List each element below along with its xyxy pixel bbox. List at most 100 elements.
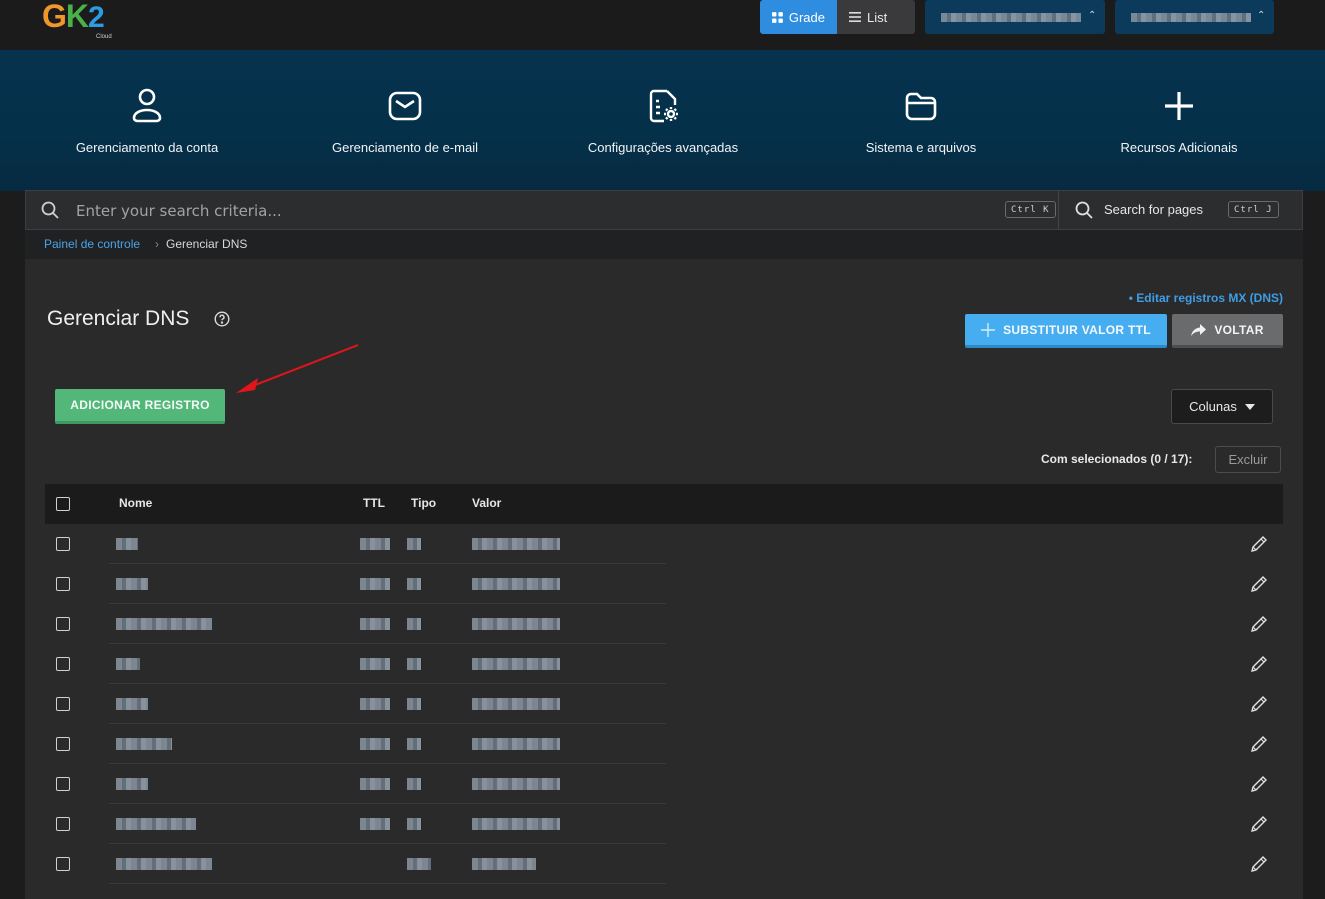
redacted-record-name	[116, 578, 148, 590]
mail-icon	[388, 91, 422, 121]
redacted-record-ttl	[360, 658, 390, 670]
selector-caret-icon: ⌃	[1088, 10, 1097, 21]
pages-shortcut-badge: Ctrl J	[1228, 201, 1279, 218]
edit-pencil-icon[interactable]	[1250, 695, 1268, 713]
redacted-record-type	[407, 698, 421, 710]
table-body	[45, 524, 1283, 884]
column-header-ttl[interactable]: TTL	[363, 496, 385, 510]
back-label: VOLTAR	[1214, 322, 1264, 337]
redacted-user-name	[1131, 13, 1251, 22]
brand-logo[interactable]: GK2 Cloud	[42, 0, 122, 44]
row-checkbox[interactable]	[56, 737, 70, 751]
search-divider	[1058, 191, 1059, 229]
redacted-record-name	[116, 618, 212, 630]
redacted-record-ttl	[360, 618, 390, 630]
list-icon	[849, 12, 861, 22]
edit-pencil-icon[interactable]	[1250, 615, 1268, 633]
column-header-type[interactable]: Tipo	[411, 496, 436, 510]
table-row	[45, 524, 1283, 564]
redacted-record-type	[407, 738, 421, 750]
redacted-record-ttl	[360, 698, 390, 710]
redacted-account-name	[941, 13, 1081, 22]
redacted-record-value	[472, 858, 536, 870]
edit-pencil-icon[interactable]	[1250, 575, 1268, 593]
page-title: Gerenciar DNS	[47, 307, 190, 330]
list-view-label: List	[867, 9, 888, 25]
selector-caret-icon: ⌃	[1257, 10, 1266, 21]
column-header-name[interactable]: Nome	[119, 496, 152, 510]
row-checkbox[interactable]	[56, 617, 70, 631]
edit-pencil-icon[interactable]	[1250, 815, 1268, 833]
main-panel: Gerenciar DNS • Editar registros MX (DNS…	[25, 259, 1303, 899]
file-settings-icon	[649, 89, 678, 123]
edit-pencil-icon[interactable]	[1250, 735, 1268, 753]
row-checkbox[interactable]	[56, 697, 70, 711]
search-bar: Ctrl K Search for pages Ctrl J	[25, 190, 1303, 230]
grid-icon	[772, 11, 783, 23]
redacted-record-value	[472, 578, 560, 590]
help-icon[interactable]	[214, 311, 230, 327]
search-shortcut-badge: Ctrl K	[1005, 201, 1056, 218]
redacted-record-type	[407, 818, 421, 830]
logo-text: GK2	[42, 0, 105, 34]
redacted-record-value	[472, 738, 560, 750]
edit-pencil-icon[interactable]	[1250, 535, 1268, 553]
annotation-arrow	[236, 344, 359, 393]
breadcrumb-current: Gerenciar DNS	[166, 237, 248, 251]
row-checkbox[interactable]	[56, 857, 70, 871]
redacted-record-name	[116, 818, 196, 830]
column-header-value[interactable]: Valor	[472, 496, 501, 510]
hero-advanced-settings[interactable]: Configurações avançadas	[543, 86, 783, 155]
hero-label: Configurações avançadas	[587, 140, 739, 155]
redacted-record-ttl	[360, 778, 390, 790]
view-toggle: Grade List	[760, 0, 915, 34]
table-row	[45, 804, 1283, 844]
redacted-record-value	[472, 538, 560, 550]
hero-account-management[interactable]: Gerenciamento da conta	[27, 86, 267, 155]
logo-subtitle: Cloud	[96, 34, 112, 40]
redacted-record-ttl	[360, 738, 390, 750]
edit-pencil-icon[interactable]	[1250, 775, 1268, 793]
edit-pencil-icon[interactable]	[1250, 855, 1268, 873]
row-checkbox[interactable]	[56, 577, 70, 591]
page-search-icon	[1075, 201, 1093, 219]
redacted-record-ttl	[360, 818, 390, 830]
edit-pencil-icon[interactable]	[1250, 655, 1268, 673]
hero-email-management[interactable]: Gerenciamento de e-mail	[285, 86, 525, 155]
breadcrumb-home-link[interactable]: Painel de controle	[44, 237, 140, 251]
columns-label: Colunas	[1189, 399, 1237, 414]
table-row	[45, 564, 1283, 604]
caret-down-icon	[1244, 403, 1255, 410]
table-header: Nome TTL Tipo Valor	[45, 484, 1283, 524]
row-checkbox[interactable]	[56, 537, 70, 551]
redacted-record-name	[116, 778, 148, 790]
table-row	[45, 844, 1283, 884]
edit-mx-records-link[interactable]: • Editar registros MX (DNS)	[1129, 291, 1283, 305]
redacted-record-ttl	[360, 538, 390, 550]
hero-additional-resources[interactable]: Recursos Adicionais	[1059, 86, 1299, 155]
search-pages-button[interactable]: Search for pages	[1104, 202, 1203, 217]
add-record-button[interactable]: ADICIONAR REGISTRO	[55, 389, 225, 424]
account-selector[interactable]: ⌃	[925, 0, 1105, 34]
list-view-button[interactable]: List	[837, 0, 915, 34]
back-button[interactable]: VOLTAR	[1172, 314, 1283, 348]
hero-system-files[interactable]: Sistema e arquivos	[801, 86, 1041, 155]
replace-ttl-button[interactable]: SUBSTITUIR VALOR TTL	[965, 314, 1167, 348]
hero-label: Sistema e arquivos	[865, 140, 977, 155]
redacted-record-name	[116, 858, 212, 870]
row-checkbox[interactable]	[56, 777, 70, 791]
search-icon	[41, 201, 59, 219]
row-divider	[109, 883, 666, 884]
select-all-checkbox[interactable]	[56, 497, 70, 511]
columns-dropdown[interactable]: Colunas	[1171, 389, 1273, 424]
search-input[interactable]	[74, 199, 978, 223]
user-selector[interactable]: ⌃	[1115, 0, 1274, 34]
grade-view-button[interactable]: Grade	[760, 0, 837, 34]
row-checkbox[interactable]	[56, 657, 70, 671]
delete-selected-button[interactable]: Excluir	[1215, 446, 1281, 473]
row-checkbox[interactable]	[56, 817, 70, 831]
redacted-record-name	[116, 538, 138, 550]
table-row	[45, 604, 1283, 644]
folder-icon	[905, 92, 937, 121]
table-row	[45, 684, 1283, 724]
